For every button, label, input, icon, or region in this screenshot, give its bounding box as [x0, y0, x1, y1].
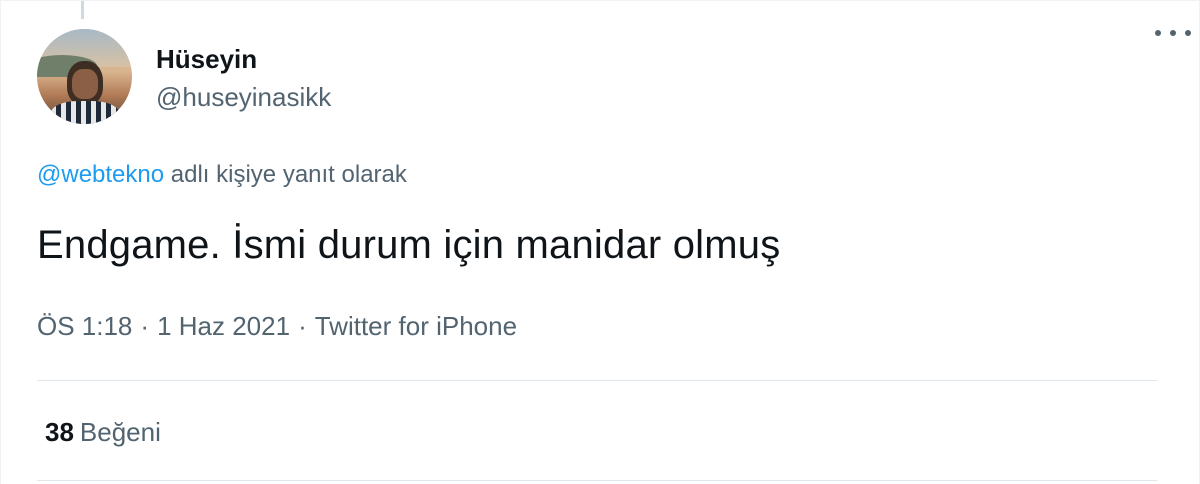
thread-connector-line [81, 1, 84, 19]
author-handle[interactable]: @huseyinasikk [156, 79, 331, 115]
replying-to: @webtekno adlı kişiye yanıt olarak [37, 161, 407, 189]
tweet-source[interactable]: Twitter for iPhone [315, 311, 517, 341]
author-names: Hüseyin @huseyinasikk [156, 29, 331, 115]
tweet-time[interactable]: ÖS 1:18 [37, 311, 132, 341]
tweet-meta: ÖS 1:18 · 1 Haz 2021 · Twitter for iPhone [37, 311, 517, 342]
reply-mention-link[interactable]: @webtekno [37, 161, 164, 188]
more-options-icon[interactable] [1155, 23, 1191, 43]
reply-suffix: adlı kişiye yanıt olarak [164, 161, 407, 188]
author-display-name[interactable]: Hüseyin [156, 43, 331, 75]
likes-stat[interactable]: 38 Beğeni [45, 417, 161, 448]
avatar-shirt [51, 101, 119, 124]
more-dot [1170, 30, 1176, 36]
divider [37, 380, 1157, 381]
divider [37, 480, 1157, 481]
tweet-detail: Hüseyin @huseyinasikk @webtekno adlı kiş… [0, 0, 1200, 484]
likes-label: Beğeni [79, 417, 161, 447]
more-dot [1155, 30, 1161, 36]
tweet-date[interactable]: 1 Haz 2021 [157, 311, 290, 341]
tweet-text: Endgame. İsmi durum için manidar olmuş [37, 223, 781, 267]
tweet-header: Hüseyin @huseyinasikk [37, 29, 1169, 129]
meta-separator: · [298, 311, 307, 341]
more-dot [1185, 30, 1191, 36]
avatar-face [72, 69, 98, 99]
avatar[interactable] [37, 29, 132, 124]
meta-separator: · [140, 311, 150, 341]
likes-count: 38 [45, 417, 74, 447]
